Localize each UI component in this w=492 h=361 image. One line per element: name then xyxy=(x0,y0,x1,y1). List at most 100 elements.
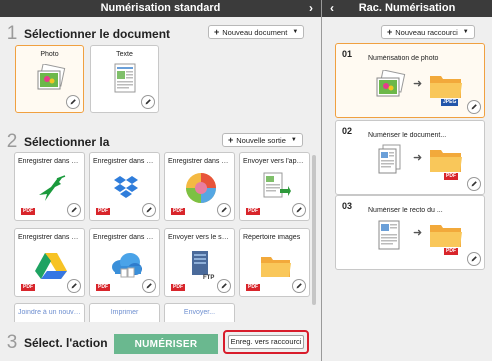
pdf-badge: PDF xyxy=(96,208,110,215)
output-label: Enregistrer dans D... xyxy=(93,158,156,165)
shortcut-number: 01 xyxy=(342,49,353,59)
save-to-shortcut-button[interactable]: Enreg. vers raccourci xyxy=(228,335,304,349)
pdf-badge: PDF xyxy=(171,284,185,291)
edit-pencil-icon[interactable] xyxy=(467,100,481,114)
pdf-badge: PDF xyxy=(444,173,458,180)
outputs-scrollbar[interactable] xyxy=(312,150,317,330)
jpeg-badge: JPEG xyxy=(441,99,459,106)
cloud-icon xyxy=(112,253,142,278)
shortcut-title: Numériser le document... xyxy=(368,132,447,139)
output-label: Enregistrer dans G... xyxy=(18,234,81,241)
step2-number: 2 xyxy=(6,131,18,152)
shortcut-card[interactable]: 02 Numériser le document... ➜ PDF xyxy=(335,120,485,195)
edit-pencil-icon[interactable] xyxy=(467,177,481,191)
edit-pencil-icon[interactable] xyxy=(141,95,155,109)
dropbox-icon xyxy=(114,176,138,198)
folder-icon xyxy=(430,150,462,172)
arrow-right-icon: ➜ xyxy=(413,152,423,164)
document-text-card[interactable]: Texte xyxy=(90,45,159,113)
scan-shortcuts-panel: ‹ Rac. Numérisation + Nouveau raccourci … xyxy=(322,0,492,361)
output-label: Imprimer xyxy=(110,309,139,316)
new-output-button[interactable]: + Nouvelle sortie ▼ xyxy=(222,133,303,147)
pdf-badge: PDF xyxy=(21,208,35,215)
document-app-icon xyxy=(263,172,291,198)
chevron-right-icon[interactable]: › xyxy=(303,0,319,17)
text-document-icon xyxy=(114,63,136,93)
shortcut-card[interactable]: 03 Numériser le recto du ... ➜ PDF xyxy=(335,195,485,270)
folder-icon xyxy=(430,76,462,98)
arrow-right-icon: ➜ xyxy=(413,78,423,90)
output-label: Enregistrer dans O... xyxy=(93,234,156,241)
step3-label: Sélect. l'action xyxy=(24,336,108,350)
new-shortcut-button[interactable]: + Nouveau raccourci ▼ xyxy=(381,25,475,39)
output-card[interactable]: Enregistrer dans M... PDF xyxy=(164,152,235,221)
document-stack-icon xyxy=(378,144,401,174)
shortcut-number: 02 xyxy=(342,126,353,136)
hummingbird-icon xyxy=(39,175,66,201)
edit-pencil-icon[interactable] xyxy=(67,203,81,217)
palette-icon xyxy=(186,173,216,203)
shortcut-number: 03 xyxy=(342,201,353,211)
edit-pencil-icon[interactable] xyxy=(217,203,231,217)
output-label: Joindre à un nouvel... xyxy=(18,309,81,316)
save-to-shortcut-button-highlight: Enreg. vers raccourci xyxy=(223,330,309,354)
pdf-badge: PDF xyxy=(246,208,260,215)
drive-icon xyxy=(35,253,67,279)
document-photo-card[interactable]: Photo xyxy=(15,45,84,113)
folder-icon xyxy=(261,257,291,277)
document-label: Texte xyxy=(116,51,133,58)
caret-down-icon: ▼ xyxy=(290,137,297,143)
scrollbar-thumb[interactable] xyxy=(312,155,316,305)
document-icon xyxy=(378,220,400,250)
edit-pencil-icon[interactable] xyxy=(142,279,156,293)
shortcut-title: Numériser le recto du ... xyxy=(368,207,443,214)
step1-number: 1 xyxy=(6,23,18,44)
panel-title: Rac. Numérisation xyxy=(358,2,456,14)
output-label: Envoyer vers le ser... xyxy=(168,234,231,241)
edit-pencil-icon[interactable] xyxy=(142,203,156,217)
folder-icon xyxy=(430,225,462,247)
output-card[interactable]: Envoyer vers l'appli... PDF xyxy=(239,152,310,221)
output-card[interactable]: Enregistrer dans O... PDF xyxy=(89,228,160,297)
plus-icon: + xyxy=(228,135,234,145)
edit-pencil-icon[interactable] xyxy=(292,203,306,217)
photo-icon xyxy=(37,64,66,90)
photo-icon xyxy=(376,70,406,97)
chevron-left-icon[interactable]: ‹ xyxy=(324,0,340,17)
edit-pencil-icon[interactable] xyxy=(217,279,231,293)
caret-down-icon: ▼ xyxy=(462,29,469,35)
shortcut-title: Numérisation de photo xyxy=(368,55,439,62)
plus-icon: + xyxy=(214,27,220,37)
output-card[interactable]: Enregistrer dans S... PDF xyxy=(14,152,85,221)
new-document-label: Nouveau document xyxy=(222,27,288,37)
pdf-badge: PDF xyxy=(96,284,110,291)
step2-header: 2 Sélectionner la xyxy=(0,130,110,154)
step1-label: Sélectionner le document xyxy=(24,27,171,41)
document-label: Photo xyxy=(40,51,59,58)
output-card[interactable]: Envoyer vers le ser... FTP PDF xyxy=(164,228,235,297)
step3-number: 3 xyxy=(6,332,18,353)
output-card[interactable]: Enregistrer dans D... PDF xyxy=(89,152,160,221)
output-label: Envoyer vers l'appli... xyxy=(243,158,306,165)
scan-button[interactable]: NUMÉRISER xyxy=(114,334,218,354)
edit-pencil-icon[interactable] xyxy=(66,95,80,109)
new-document-button[interactable]: + Nouveau document ▼ xyxy=(208,25,305,39)
step3-header: 3 Sélect. l'action xyxy=(0,331,108,355)
step1-header: 1 Sélectionner le document xyxy=(0,22,170,46)
output-label: Enregistrer dans S... xyxy=(18,158,81,165)
scan-shortcuts-titlebar: ‹ Rac. Numérisation xyxy=(322,0,492,17)
shortcut-card[interactable]: 01 Numérisation de photo ➜ JPEG xyxy=(335,43,485,118)
output-card[interactable]: Répertoire images PDF xyxy=(239,228,310,297)
output-label: Enregistrer dans M... xyxy=(168,158,231,165)
output-card[interactable]: Enregistrer dans G... PDF xyxy=(14,228,85,297)
pdf-badge: PDF xyxy=(444,248,458,255)
caret-down-icon: ▼ xyxy=(292,29,299,35)
edit-pencil-icon[interactable] xyxy=(467,252,481,266)
panel-title: Numérisation standard xyxy=(100,2,221,14)
pdf-badge: PDF xyxy=(246,284,260,291)
standard-scan-panel: Numérisation standard › 1 Sélectionner l… xyxy=(0,0,322,361)
pdf-badge: PDF xyxy=(171,208,185,215)
plus-icon: + xyxy=(387,27,393,37)
edit-pencil-icon[interactable] xyxy=(67,279,81,293)
edit-pencil-icon[interactable] xyxy=(292,279,306,293)
